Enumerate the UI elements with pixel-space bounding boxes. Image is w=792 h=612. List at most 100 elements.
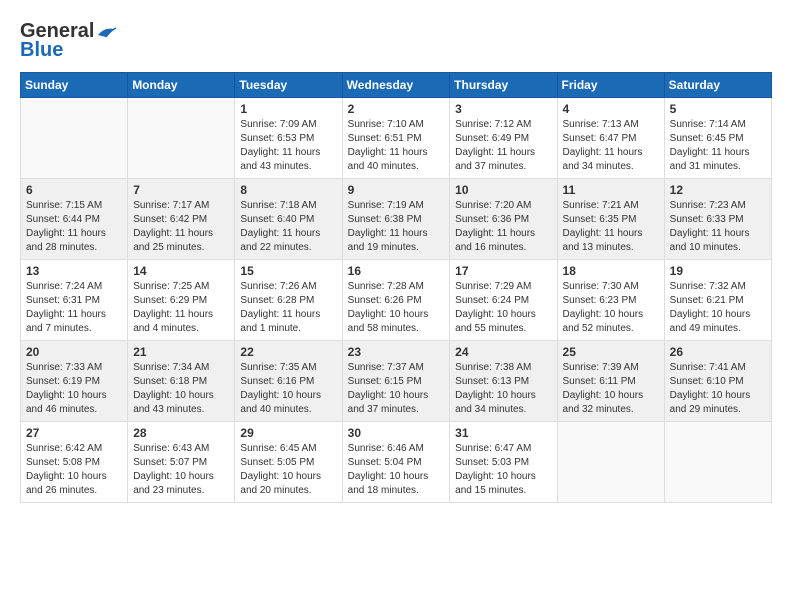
day-number: 13 <box>26 264 122 278</box>
calendar-cell: 1 Sunrise: 7:09 AMSunset: 6:53 PMDaylight… <box>235 98 342 179</box>
day-detail: Sunrise: 7:10 AMSunset: 6:51 PMDaylight:… <box>348 118 445 174</box>
day-number: 1 <box>240 102 336 116</box>
calendar-cell: 15 Sunrise: 7:26 AMSunset: 6:28 PMDayligh… <box>235 260 342 341</box>
logo-blue: Blue <box>20 39 63 62</box>
day-number: 20 <box>26 345 122 359</box>
day-detail: Sunrise: 7:30 AMSunset: 6:23 PMDaylight:… <box>563 280 659 336</box>
day-number: 23 <box>348 345 445 359</box>
page-header: General Blue <box>20 20 772 62</box>
day-number: 31 <box>455 426 551 440</box>
calendar-cell: 11 Sunrise: 7:21 AMSunset: 6:35 PMDayligh… <box>557 179 664 260</box>
day-detail: Sunrise: 7:18 AMSunset: 6:40 PMDaylight:… <box>240 199 336 255</box>
calendar-week-row: 20 Sunrise: 7:33 AMSunset: 6:19 PMDayligh… <box>21 341 772 422</box>
day-number: 21 <box>133 345 229 359</box>
day-number: 5 <box>670 102 766 116</box>
calendar-cell: 5 Sunrise: 7:14 AMSunset: 6:45 PMDaylight… <box>664 98 771 179</box>
calendar-cell: 26 Sunrise: 7:41 AMSunset: 6:10 PMDayligh… <box>664 341 771 422</box>
day-number: 11 <box>563 183 659 197</box>
day-number: 24 <box>455 345 551 359</box>
calendar-cell: 20 Sunrise: 7:33 AMSunset: 6:19 PMDayligh… <box>21 341 128 422</box>
weekday-header-saturday: Saturday <box>664 73 771 98</box>
day-detail: Sunrise: 7:14 AMSunset: 6:45 PMDaylight:… <box>670 118 766 174</box>
day-detail: Sunrise: 7:37 AMSunset: 6:15 PMDaylight:… <box>348 361 445 417</box>
calendar-cell: 28 Sunrise: 6:43 AMSunset: 5:07 PMDayligh… <box>128 422 235 503</box>
day-detail: Sunrise: 7:33 AMSunset: 6:19 PMDaylight:… <box>26 361 122 417</box>
calendar-cell: 18Sunrise: 7:30 AMSunset: 6:23 PMDayligh… <box>557 260 664 341</box>
calendar-week-row: 1 Sunrise: 7:09 AMSunset: 6:53 PMDaylight… <box>21 98 772 179</box>
day-number: 30 <box>348 426 445 440</box>
calendar-cell: 16 Sunrise: 7:28 AMSunset: 6:26 PMDayligh… <box>342 260 450 341</box>
calendar-cell <box>128 98 235 179</box>
calendar-cell: 10 Sunrise: 7:20 AMSunset: 6:36 PMDayligh… <box>450 179 557 260</box>
day-detail: Sunrise: 7:09 AMSunset: 6:53 PMDaylight:… <box>240 118 336 174</box>
day-detail: Sunrise: 7:26 AMSunset: 6:28 PMDaylight:… <box>240 280 336 336</box>
calendar-cell: 7Sunrise: 7:17 AMSunset: 6:42 PMDaylight… <box>128 179 235 260</box>
calendar-cell: 23 Sunrise: 7:37 AMSunset: 6:15 PMDayligh… <box>342 341 450 422</box>
calendar-cell: 21 Sunrise: 7:34 AMSunset: 6:18 PMDayligh… <box>128 341 235 422</box>
calendar-cell: 22 Sunrise: 7:35 AMSunset: 6:16 PMDayligh… <box>235 341 342 422</box>
day-detail: Sunrise: 6:42 AMSunset: 5:08 PMDaylight:… <box>26 442 122 498</box>
day-number: 4 <box>563 102 659 116</box>
day-detail: Sunrise: 7:15 AMSunset: 6:44 PMDaylight:… <box>26 199 122 255</box>
day-number: 19 <box>670 264 766 278</box>
calendar-cell <box>664 422 771 503</box>
day-number: 28 <box>133 426 229 440</box>
day-number: 29 <box>240 426 336 440</box>
day-number: 12 <box>670 183 766 197</box>
calendar-header-row: SundayMondayTuesdayWednesdayThursdayFrid… <box>21 73 772 98</box>
day-detail: Sunrise: 7:38 AMSunset: 6:13 PMDaylight:… <box>455 361 551 417</box>
weekday-header-monday: Monday <box>128 73 235 98</box>
day-number: 25 <box>563 345 659 359</box>
day-number: 6 <box>26 183 122 197</box>
day-detail: Sunrise: 7:32 AMSunset: 6:21 PMDaylight:… <box>670 280 766 336</box>
calendar-cell: 14 Sunrise: 7:25 AMSunset: 6:29 PMDayligh… <box>128 260 235 341</box>
day-number: 16 <box>348 264 445 278</box>
day-detail: Sunrise: 6:46 AMSunset: 5:04 PMDaylight:… <box>348 442 445 498</box>
calendar-cell: 17Sunrise: 7:29 AMSunset: 6:24 PMDayligh… <box>450 260 557 341</box>
calendar-cell: 19 Sunrise: 7:32 AMSunset: 6:21 PMDayligh… <box>664 260 771 341</box>
calendar-cell: 25 Sunrise: 7:39 AMSunset: 6:11 PMDayligh… <box>557 341 664 422</box>
weekday-header-thursday: Thursday <box>450 73 557 98</box>
calendar-cell: 29Sunrise: 6:45 AMSunset: 5:05 PMDayligh… <box>235 422 342 503</box>
day-number: 22 <box>240 345 336 359</box>
calendar-week-row: 27 Sunrise: 6:42 AMSunset: 5:08 PMDayligh… <box>21 422 772 503</box>
calendar-week-row: 13Sunrise: 7:24 AMSunset: 6:31 PMDayligh… <box>21 260 772 341</box>
calendar-cell: 13Sunrise: 7:24 AMSunset: 6:31 PMDayligh… <box>21 260 128 341</box>
day-number: 17 <box>455 264 551 278</box>
day-detail: Sunrise: 7:35 AMSunset: 6:16 PMDaylight:… <box>240 361 336 417</box>
calendar-cell: 6 Sunrise: 7:15 AMSunset: 6:44 PMDaylight… <box>21 179 128 260</box>
weekday-header-sunday: Sunday <box>21 73 128 98</box>
day-detail: Sunrise: 7:21 AMSunset: 6:35 PMDaylight:… <box>563 199 659 255</box>
day-number: 27 <box>26 426 122 440</box>
day-detail: Sunrise: 6:47 AMSunset: 5:03 PMDaylight:… <box>455 442 551 498</box>
calendar-cell: 24 Sunrise: 7:38 AMSunset: 6:13 PMDayligh… <box>450 341 557 422</box>
day-detail: Sunrise: 7:23 AMSunset: 6:33 PMDaylight:… <box>670 199 766 255</box>
day-number: 26 <box>670 345 766 359</box>
calendar-cell: 9Sunrise: 7:19 AMSunset: 6:38 PMDaylight… <box>342 179 450 260</box>
day-number: 2 <box>348 102 445 116</box>
calendar-week-row: 6 Sunrise: 7:15 AMSunset: 6:44 PMDaylight… <box>21 179 772 260</box>
day-detail: Sunrise: 7:20 AMSunset: 6:36 PMDaylight:… <box>455 199 551 255</box>
day-detail: Sunrise: 6:43 AMSunset: 5:07 PMDaylight:… <box>133 442 229 498</box>
day-detail: Sunrise: 7:34 AMSunset: 6:18 PMDaylight:… <box>133 361 229 417</box>
day-detail: Sunrise: 7:25 AMSunset: 6:29 PMDaylight:… <box>133 280 229 336</box>
calendar-cell: 12 Sunrise: 7:23 AMSunset: 6:33 PMDayligh… <box>664 179 771 260</box>
calendar-cell: 2 Sunrise: 7:10 AMSunset: 6:51 PMDaylight… <box>342 98 450 179</box>
day-detail: Sunrise: 7:17 AMSunset: 6:42 PMDaylight:… <box>133 199 229 255</box>
day-number: 8 <box>240 183 336 197</box>
day-detail: Sunrise: 7:41 AMSunset: 6:10 PMDaylight:… <box>670 361 766 417</box>
day-number: 15 <box>240 264 336 278</box>
calendar-cell: 8 Sunrise: 7:18 AMSunset: 6:40 PMDaylight… <box>235 179 342 260</box>
day-detail: Sunrise: 7:39 AMSunset: 6:11 PMDaylight:… <box>563 361 659 417</box>
calendar-cell: 31 Sunrise: 6:47 AMSunset: 5:03 PMDayligh… <box>450 422 557 503</box>
weekday-header-friday: Friday <box>557 73 664 98</box>
calendar-cell: 3 Sunrise: 7:12 AMSunset: 6:49 PMDaylight… <box>450 98 557 179</box>
day-detail: Sunrise: 7:12 AMSunset: 6:49 PMDaylight:… <box>455 118 551 174</box>
day-number: 3 <box>455 102 551 116</box>
day-detail: Sunrise: 7:28 AMSunset: 6:26 PMDaylight:… <box>348 280 445 336</box>
logo-bird-icon <box>96 25 116 39</box>
day-number: 10 <box>455 183 551 197</box>
day-number: 14 <box>133 264 229 278</box>
calendar-cell: 27 Sunrise: 6:42 AMSunset: 5:08 PMDayligh… <box>21 422 128 503</box>
calendar-cell: 30 Sunrise: 6:46 AMSunset: 5:04 PMDayligh… <box>342 422 450 503</box>
